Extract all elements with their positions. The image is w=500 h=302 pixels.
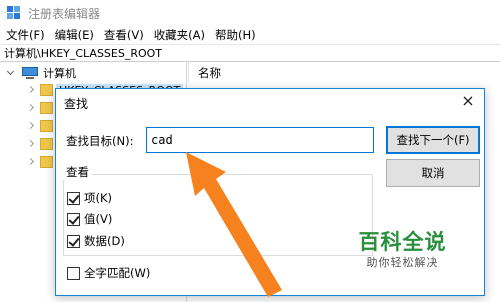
look-at-group-title: 查看 (63, 164, 92, 180)
checkbox-icon[interactable] (67, 212, 80, 226)
cancel-button[interactable]: 取消 (386, 159, 480, 187)
column-divider[interactable] (188, 62, 189, 82)
tree-item[interactable] (26, 153, 53, 171)
menu-edit[interactable]: 编辑(E) (51, 27, 98, 43)
checkbox-data[interactable]: 数据(D) (67, 233, 125, 249)
find-what-label: 查找目标(N): (66, 134, 134, 148)
menu-file[interactable]: 文件(F) (2, 27, 49, 43)
chevron-right-icon[interactable] (26, 121, 36, 131)
checkbox-label: 项(K) (84, 191, 113, 205)
chevron-right-icon[interactable] (26, 157, 36, 167)
checkbox-keys[interactable]: 项(K) (67, 190, 112, 206)
tree-item[interactable] (26, 99, 53, 117)
checkbox-label: 全字匹配(W) (84, 266, 151, 280)
watermark: 百科全说 助你轻松解决 (345, 229, 460, 274)
find-next-button[interactable]: 查找下一个(F) (386, 126, 480, 154)
folder-icon (40, 102, 53, 114)
registry-editor-icon (7, 6, 21, 20)
tree-item-label: 计算机 (43, 67, 76, 80)
dialog-title: 查找 (64, 97, 89, 111)
folder-icon (40, 156, 53, 168)
tree-item[interactable] (26, 135, 53, 153)
checkbox-icon[interactable] (67, 191, 80, 205)
checkbox-icon[interactable] (67, 266, 80, 280)
watermark-subtitle: 助你轻松解决 (366, 256, 439, 269)
checkbox-label: 数据(D) (84, 234, 125, 248)
tree-item[interactable] (26, 117, 53, 135)
chevron-right-icon[interactable] (26, 85, 36, 95)
window-title: 注册表编辑器 (28, 6, 101, 21)
computer-icon (22, 67, 38, 79)
address-bar[interactable]: 计算机\HKEY_CLASSES_ROOT (0, 45, 500, 62)
find-what-input[interactable] (146, 127, 374, 153)
column-header-name[interactable]: 名称 (198, 65, 221, 81)
checkbox-values[interactable]: 值(V) (67, 211, 112, 227)
folder-icon (40, 84, 53, 96)
checkbox-label: 值(V) (84, 212, 113, 226)
tree-item-computer[interactable]: 计算机 (6, 64, 76, 82)
window-titlebar: 注册表编辑器 (0, 0, 500, 26)
menu-help[interactable]: 帮助(H) (211, 27, 260, 43)
folder-icon (40, 138, 53, 150)
checkbox-icon[interactable] (67, 234, 80, 248)
close-icon[interactable]: × (458, 91, 478, 111)
watermark-title: 百科全说 (358, 230, 447, 254)
menu-favorites[interactable]: 收藏夹(A) (150, 27, 209, 43)
chevron-down-icon[interactable] (6, 68, 16, 78)
folder-icon (40, 120, 53, 132)
menu-view[interactable]: 查看(V) (100, 27, 148, 43)
checkbox-match-whole-string[interactable]: 全字匹配(W) (67, 265, 150, 281)
menu-bar: 文件(F) 编辑(E) 查看(V) 收藏夹(A) 帮助(H) (0, 26, 500, 45)
chevron-right-icon[interactable] (26, 139, 36, 149)
chevron-right-icon[interactable] (26, 103, 36, 113)
